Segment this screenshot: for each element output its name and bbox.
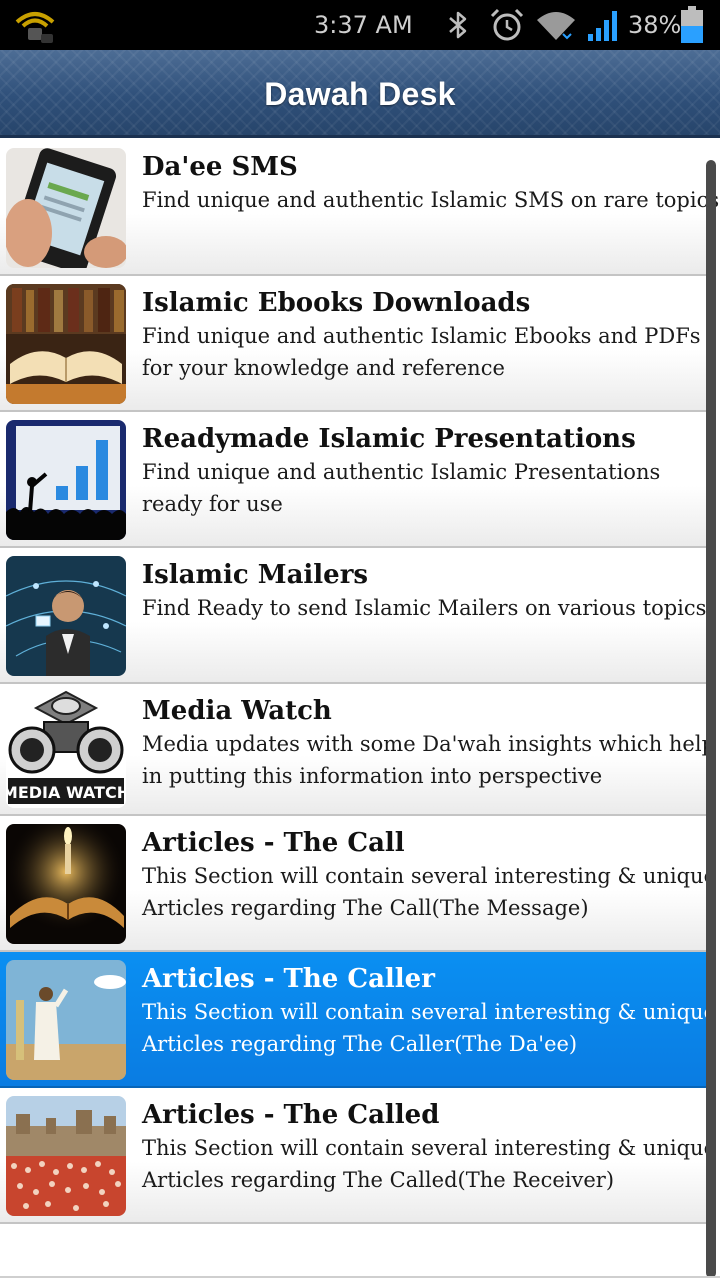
item-desc-line: for your knowledge and reference (142, 356, 505, 380)
list-item-islamic-ebooks[interactable]: Islamic Ebooks Downloads Find unique and… (0, 276, 706, 412)
list-item-articles-the-call[interactable]: Articles - The Call This Section will co… (0, 816, 717, 952)
item-description: Media updates with some Da'wah insights … (142, 728, 716, 792)
signal-icon (588, 11, 617, 41)
item-description: This Section will contain several intere… (142, 860, 717, 924)
item-title: Articles - The Call (142, 828, 405, 858)
item-description: Find unique and authentic Islamic Ebooks… (142, 320, 708, 384)
item-desc-line: This Section will contain several intere… (142, 1136, 717, 1160)
app-title: Dawah Desk (264, 76, 456, 112)
list-item-presentations[interactable]: Readymade Islamic Presentations Find uni… (0, 412, 706, 548)
item-desc-line: Find unique and authentic Islamic Ebooks… (142, 324, 701, 348)
list-item-media-watch[interactable]: MEDIA WATCH Media Watch Media updates wi… (0, 684, 716, 816)
item-desc-line: This Section will contain several intere… (142, 1000, 717, 1024)
item-title: Da'ee SMS (142, 152, 298, 182)
bottom-divider (0, 1276, 720, 1278)
list-item-articles-the-called[interactable]: Articles - The Called This Section will … (0, 1088, 717, 1224)
bluetooth-icon (449, 11, 467, 39)
alarm-icon (490, 8, 524, 41)
audiobook-app-icon (15, 12, 55, 43)
item-description: Find unique and authentic Islamic Presen… (142, 456, 708, 520)
candle-book-image (6, 824, 126, 944)
item-title: Islamic Ebooks Downloads (142, 288, 531, 318)
item-title: Articles - The Called (142, 1100, 440, 1130)
item-desc-line: This Section will contain several intere… (142, 864, 717, 888)
list-item-articles-the-caller[interactable]: Articles - The Caller This Section will … (0, 952, 717, 1088)
scrollbar[interactable] (706, 160, 716, 1278)
list-item-islamic-mailers[interactable]: Islamic Mailers Find Ready to send Islam… (0, 548, 706, 684)
item-description: Find unique and authentic Islamic SMS on… (142, 184, 720, 216)
item-desc-line: ready for use (142, 492, 283, 516)
item-description: This Section will contain several intere… (142, 996, 717, 1060)
item-title: Articles - The Caller (142, 964, 435, 994)
battery-percent: 38% (628, 11, 682, 39)
item-desc-line: Find unique and authentic Islamic Presen… (142, 460, 661, 484)
item-title: Media Watch (142, 696, 332, 726)
item-desc-line: Articles regarding The Call(The Message) (142, 896, 589, 920)
item-desc-line: in putting this information into perspec… (142, 764, 603, 788)
item-description: Find Ready to send Islamic Mailers on va… (142, 592, 708, 624)
item-desc-line: Find Ready to send Islamic Mailers on va… (142, 596, 707, 620)
status-bar: 3:37 AM 38% (0, 0, 720, 50)
phone-sms-image (6, 148, 126, 268)
item-desc-line: Articles regarding The Caller(The Da'ee) (142, 1032, 578, 1056)
app-title-bar: Dawah Desk (0, 50, 720, 138)
item-description: This Section will contain several intere… (142, 1132, 717, 1196)
item-desc-line: Media updates with some Da'wah insights … (142, 732, 716, 756)
item-desc-line: Articles regarding The Called(The Receiv… (142, 1168, 615, 1192)
crowd-image (6, 1096, 126, 1216)
wifi-icon (537, 12, 575, 40)
media-watch-logo-text: MEDIA WATCH (6, 783, 126, 802)
status-time: 3:37 AM (314, 11, 413, 39)
list-item-daee-sms[interactable]: Da'ee SMS Find unique and authentic Isla… (0, 140, 720, 276)
open-book-image (6, 284, 126, 404)
item-title: Readymade Islamic Presentations (142, 424, 636, 454)
caller-image (6, 960, 126, 1080)
item-title: Islamic Mailers (142, 560, 369, 590)
item-desc-line: Find unique and authentic Islamic SMS on… (142, 188, 720, 212)
battery-icon (681, 6, 703, 43)
presentation-image (6, 420, 126, 540)
media-watch-image: MEDIA WATCH (6, 688, 126, 808)
mailers-image (6, 556, 126, 676)
